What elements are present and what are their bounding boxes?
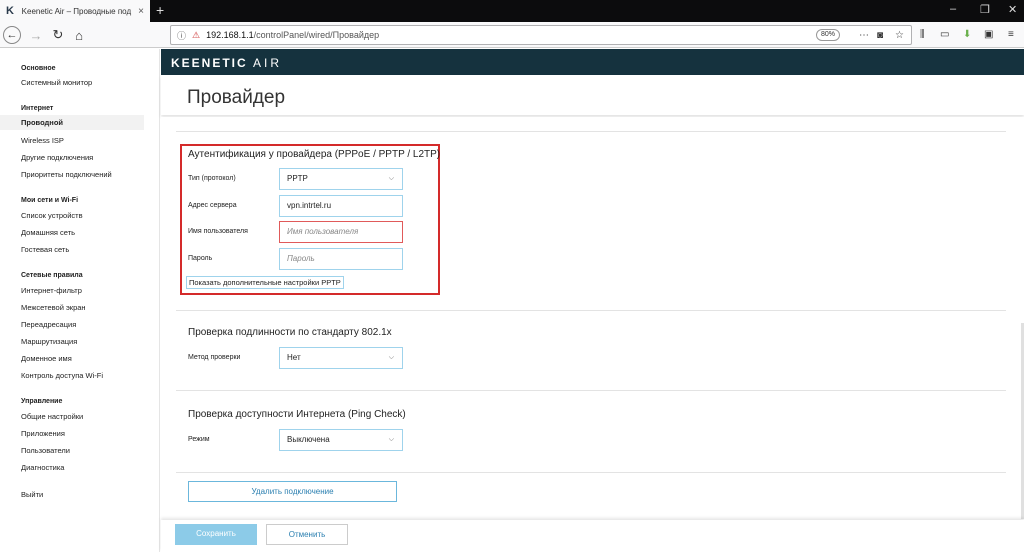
sidebar-item-home-network[interactable]: Домашняя сеть: [21, 228, 75, 237]
username-label: Имя пользователя: [188, 228, 248, 235]
sidebar-section-management: Управление: [21, 398, 63, 405]
auth-section-title: Аутентификация у провайдера (PPPoE / PPT…: [188, 149, 441, 160]
sidebar-item-other-connections[interactable]: Другие подключения: [21, 153, 93, 162]
protocol-type-value: PPTP: [287, 174, 308, 183]
page-title: Провайдер: [187, 87, 286, 108]
ping-check-section-title: Проверка доступности Интернета (Ping Che…: [188, 409, 406, 420]
app-header: KEENETIC AIR: [161, 49, 1024, 75]
sidebar-item-general-settings[interactable]: Общие настройки: [21, 412, 83, 421]
sidebar-item-diagnostics[interactable]: Диагностика: [21, 463, 64, 472]
tab-title: Keenetic Air – Проводные под: [21, 6, 132, 16]
browser-nav-bar: ← → ↻ ⌂ ⓘ ⚠ 192.168.1.1/controlPanel/wir…: [0, 22, 1024, 48]
chevron-down-icon: ⌵: [388, 175, 394, 182]
sidebar-item-domain-name[interactable]: Доменное имя: [21, 354, 72, 363]
forward-arrow-icon[interactable]: →: [27, 26, 45, 44]
window-close-button[interactable]: ✕: [1008, 3, 1017, 16]
delete-connection-button[interactable]: Удалить подключение: [188, 481, 397, 502]
cancel-button[interactable]: Отменить: [266, 524, 348, 545]
chevron-down-icon: ⌵: [388, 436, 394, 443]
new-tab-button[interactable]: +: [156, 2, 164, 18]
sidebar-item-wifi-access-control[interactable]: Контроль доступа Wi-Fi: [21, 371, 103, 380]
sidebar-item-wireless-isp[interactable]: Wireless ISP: [21, 136, 64, 145]
sidebar-section-internet: Интернет: [21, 105, 54, 112]
password-label: Пароль: [188, 255, 213, 262]
divider: [176, 390, 1006, 391]
bookmark-star-icon[interactable]: ☆: [895, 30, 904, 41]
sidebar-item-internet-filter[interactable]: Интернет-фильтр: [21, 286, 82, 295]
sidebar-section-main: Основное: [21, 65, 56, 72]
auth-method-select[interactable]: Нет ⌵: [279, 347, 403, 369]
download-icon[interactable]: ⬇: [963, 29, 971, 40]
save-button[interactable]: Сохранить: [175, 524, 257, 545]
sidebar: Основное Системный монитор Интернет Пров…: [0, 49, 160, 552]
sidebar-item-firewall[interactable]: Межсетевой экран: [21, 303, 86, 312]
auth-method-label: Метод проверки: [188, 354, 241, 361]
back-arrow-icon[interactable]: ←: [3, 26, 21, 44]
sidebar-item-guest-network[interactable]: Гостевая сеть: [21, 245, 69, 254]
chevron-down-icon: ⌵: [388, 354, 394, 361]
protocol-type-select[interactable]: PPTP ⌵: [279, 168, 403, 190]
tab-close-icon[interactable]: ×: [138, 6, 144, 17]
divider: [176, 472, 1006, 473]
password-input[interactable]: Пароль: [279, 248, 403, 270]
browser-tab[interactable]: K Keenetic Air – Проводные под ×: [0, 0, 150, 22]
sidebar-item-connection-priorities[interactable]: Приоритеты подключений: [21, 170, 112, 179]
divider: [176, 310, 1006, 311]
browser-tab-bar: K Keenetic Air – Проводные под × + – ❐ ✕: [0, 0, 1024, 22]
sidebar-item-wired[interactable]: Проводной: [0, 115, 144, 130]
sidebar-item-logout[interactable]: Выйти: [21, 490, 43, 499]
sidebar-item-users[interactable]: Пользователи: [21, 446, 70, 455]
sidebar-toggle-icon[interactable]: ▭: [940, 29, 949, 40]
keenetic-favicon-icon: K: [6, 4, 14, 17]
ping-mode-label: Режим: [188, 436, 210, 443]
server-address-input[interactable]: vpn.intrtel.ru: [279, 195, 403, 217]
server-address-label: Адрес сервера: [188, 202, 237, 209]
brand-logo: KEENETIC AIR: [171, 56, 283, 70]
sidebar-section-networks: Мои сети и Wi-Fi: [21, 197, 79, 204]
info-icon[interactable]: ⓘ: [177, 29, 186, 42]
sidebar-item-applications[interactable]: Приложения: [21, 429, 65, 438]
ping-mode-select[interactable]: Выключена ⌵: [279, 429, 403, 451]
zoom-badge[interactable]: 80%: [816, 29, 840, 41]
username-input[interactable]: Имя пользователя: [279, 221, 403, 243]
reload-icon[interactable]: ↻: [49, 26, 67, 44]
protocol-type-label: Тип (протокол): [188, 175, 236, 182]
pocket-icon[interactable]: ◙: [877, 30, 883, 41]
sidebar-item-port-forwarding[interactable]: Переадресация: [21, 320, 76, 329]
ping-mode-value: Выключена: [287, 435, 330, 444]
url-text: 192.168.1.1/controlPanel/wired/Провайдер: [206, 30, 380, 40]
window-minimize-button[interactable]: –: [950, 3, 956, 15]
sidebar-section-rules: Сетевые правила: [21, 272, 83, 279]
home-icon[interactable]: ⌂: [70, 26, 88, 44]
address-bar[interactable]: ⓘ ⚠ 192.168.1.1/controlPanel/wired/Прова…: [170, 25, 912, 45]
page-title-bar: Провайдер: [161, 75, 1024, 115]
dot1x-section-title: Проверка подлинности по стандарту 802.1x: [188, 327, 392, 338]
sidebar-item-routing[interactable]: Маршрутизация: [21, 337, 77, 346]
library-icon[interactable]: ⫼: [920, 29, 925, 40]
insecure-lock-icon[interactable]: ⚠: [192, 30, 200, 41]
window-maximize-button[interactable]: ❐: [980, 3, 990, 16]
highlight-box: [180, 144, 440, 295]
show-more-pptp-settings-link[interactable]: Показать дополнительные настройки PPTP: [186, 276, 344, 289]
sidebar-item-system-monitor[interactable]: Системный монитор: [21, 78, 92, 87]
page-actions-icon[interactable]: ⋯: [859, 30, 869, 41]
auth-method-value: Нет: [287, 353, 301, 362]
sidebar-item-device-list[interactable]: Список устройств: [21, 211, 83, 220]
menu-icon[interactable]: ≡: [1008, 29, 1014, 40]
reader-icon[interactable]: ▣: [984, 29, 993, 40]
divider: [176, 131, 1006, 132]
